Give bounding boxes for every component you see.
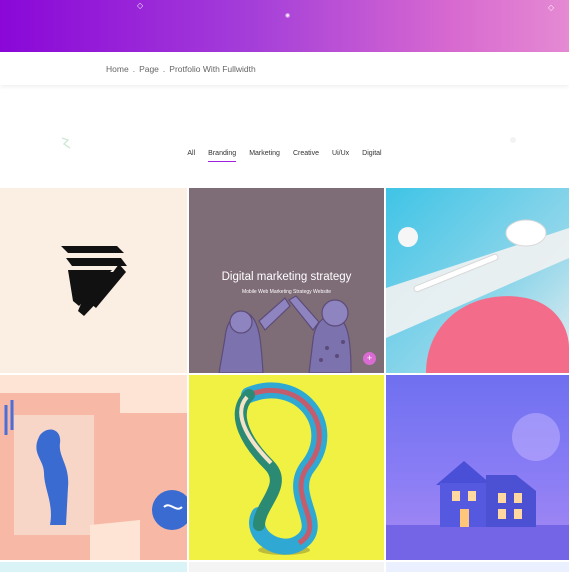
portfolio-item[interactable] (0, 562, 187, 572)
filter-all[interactable]: All (187, 150, 195, 162)
filter-uiux[interactable]: Ui/Ux (332, 150, 349, 162)
sparkle-icon: ◇ (137, 1, 144, 10)
breadcrumb-page[interactable]: Page (139, 64, 159, 74)
portfolio-item[interactable] (189, 375, 384, 560)
portfolio-item-subtitle: Mobile Web Marketing Strategy Website (241, 289, 332, 295)
portfolio-item[interactable] (386, 188, 569, 373)
portfolio-item[interactable] (0, 188, 187, 373)
portfolio-grid: Digital marketing strategy Mobile Web Ma… (0, 188, 569, 572)
page-banner: ◇ ◉ ◇ (0, 0, 569, 52)
sparkle-icon: ◇ (548, 3, 555, 12)
plus-icon[interactable]: + (363, 352, 376, 365)
decorative-shape-icon (61, 137, 71, 149)
breadcrumb-home[interactable]: Home (106, 64, 129, 74)
portfolio-filter: All Branding Marketing Creative Ui/Ux Di… (0, 150, 569, 162)
breadcrumb-separator: . (162, 63, 166, 74)
brand-logo-icon (61, 246, 127, 316)
portfolio-item[interactable] (386, 562, 569, 572)
breadcrumb-bar: Home . Page . Protfolio With Fullwidth (0, 52, 569, 85)
portfolio-item-title: Digital marketing strategy (221, 271, 352, 283)
filter-digital[interactable]: Digital (362, 150, 381, 162)
portfolio-item[interactable] (0, 375, 187, 560)
twisted-shape-illustration (234, 382, 328, 555)
filter-creative[interactable]: Creative (293, 150, 319, 162)
portfolio-item[interactable] (386, 375, 569, 560)
breadcrumb: Home . Page . Protfolio With Fullwidth (106, 64, 256, 74)
sparkle-icon: ◉ (285, 13, 291, 19)
house-illustration (386, 413, 569, 560)
breadcrumb-separator: . (132, 63, 136, 74)
filter-marketing[interactable]: Marketing (249, 150, 280, 162)
portfolio-item[interactable] (189, 562, 384, 572)
breadcrumb-current: Protfolio With Fullwidth (169, 63, 256, 74)
portfolio-item[interactable]: Digital marketing strategy Mobile Web Ma… (189, 188, 384, 373)
decorative-dot (510, 137, 516, 143)
filter-branding[interactable]: Branding (208, 150, 237, 162)
abstract-illustration (0, 375, 187, 560)
desk-objects-illustration (386, 219, 569, 373)
